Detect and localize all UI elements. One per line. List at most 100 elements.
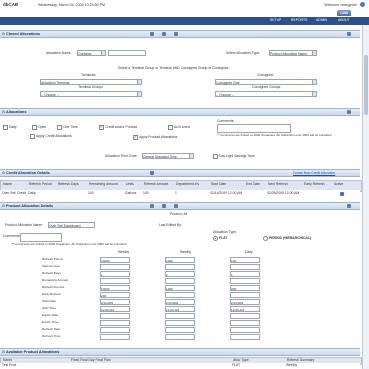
product-grid: Weekly Weekly Daily Refresh Period 10000 1… — [40, 248, 280, 340]
nav-about[interactable]: ABOUT — [338, 18, 350, 22]
create-credit-link[interactable]: Create New Credit Allocation — [293, 171, 335, 175]
grid-cell-input[interactable]: 1000 — [165, 256, 195, 263]
col-refresh-period: Refresh Period — [29, 182, 52, 186]
collapse-icon[interactable]: ⊟ — [2, 32, 5, 36]
open-folder-icon[interactable] — [150, 32, 154, 36]
table-row[interactable]: Test Prod FLAT Weekly — [0, 363, 360, 369]
apply-credit-checkbox[interactable] — [30, 134, 35, 139]
save-icon[interactable] — [162, 32, 166, 36]
grid-cell-input[interactable] — [230, 326, 260, 333]
grid-cell-input[interactable] — [230, 263, 260, 270]
grid-cell-input[interactable]: 200 — [100, 291, 130, 298]
help-icon[interactable] — [360, 2, 365, 7]
allocation-name-input[interactable] — [108, 50, 146, 56]
grid-cell-input[interactable] — [165, 319, 195, 326]
table-row[interactable]: Over Sell Credit Daily 100 Gallons 100 1… — [0, 190, 360, 200]
help-section-icon[interactable] — [347, 32, 351, 36]
comments-textarea[interactable] — [217, 124, 291, 133]
delete-icon[interactable] — [340, 192, 344, 196]
scroll-thumb[interactable] — [364, 55, 368, 115]
grid-cell-input[interactable]: 1000 — [165, 284, 195, 291]
grid-cell-input[interactable]: 10000 — [100, 256, 130, 263]
grid-cell-input[interactable]: 1 — [100, 270, 130, 277]
grid-cell-input[interactable]: 2/1/2009 — [230, 298, 260, 305]
collapse-icon[interactable]: ⊟ — [2, 350, 5, 354]
period-label: PERIOD (HIERARCHICAL) — [269, 236, 312, 240]
grid-cell-input[interactable]: 10000 — [100, 284, 130, 291]
available-products-title: Available Product Allocations — [6, 350, 60, 354]
grid-cell-input[interactable]: 200 — [230, 284, 260, 291]
collapse-icon[interactable]: ⊟ — [2, 171, 5, 175]
refresh-icon[interactable] — [174, 32, 178, 36]
tab-cab[interactable]: CAB — [337, 10, 351, 16]
open-label: Open — [38, 125, 47, 129]
grid-cell-input[interactable]: 12:00 AM — [165, 305, 195, 312]
col-daily: Daily — [245, 250, 253, 254]
nav-admin[interactable]: ADMIN — [316, 18, 327, 22]
dst-checkbox[interactable] — [213, 154, 218, 159]
product-details-header[interactable]: ⊟ Product Allocation Details — [0, 202, 360, 210]
collapse-icon[interactable]: ⊟ — [2, 110, 5, 114]
credit-details-header[interactable]: ⊟ Credit Allocation Details Create New C… — [0, 169, 360, 177]
grid-cell-input[interactable]: 1 — [230, 270, 260, 277]
consignee-group-select[interactable]: -- Choose -- — [215, 91, 317, 97]
grid-cell-input[interactable] — [230, 277, 260, 284]
grid-cell-input[interactable] — [230, 291, 260, 298]
grid-cell-input[interactable]: 2 — [165, 270, 195, 277]
nav-setup[interactable]: SETUP — [270, 18, 281, 22]
grid-cell-input[interactable] — [165, 291, 195, 298]
allocation-name-operator-select[interactable]: Contains — [77, 50, 106, 56]
save-icon[interactable] — [162, 204, 166, 208]
timezone-select[interactable]: Central Standard Time — [142, 153, 194, 159]
allocation-type-select[interactable]: Product Allocation Name — [269, 50, 317, 56]
grid-cell-input[interactable]: 2/1/2009 — [100, 298, 130, 305]
grid-cell-input[interactable] — [100, 319, 130, 326]
grid-cell-input[interactable] — [100, 277, 130, 284]
product-comments-textarea[interactable] — [20, 233, 62, 242]
refresh-icon[interactable] — [174, 204, 178, 208]
tab-strip: CAB — [0, 10, 369, 16]
grid-cell-input[interactable] — [165, 326, 195, 333]
grid-row-label: Refresh Amount — [42, 285, 65, 289]
help-section-icon[interactable] — [347, 204, 351, 208]
aux-used-checkbox[interactable] — [168, 125, 173, 130]
grid-cell-input[interactable] — [165, 263, 195, 270]
grid-cell-input[interactable]: 12:00 AM — [230, 305, 260, 312]
grid-cell-input[interactable] — [230, 312, 260, 319]
edit-icon[interactable] — [150, 171, 154, 175]
grid-cell-input[interactable] — [165, 312, 195, 319]
grid-cell-input[interactable]: 100 — [230, 256, 260, 263]
col-next-refresh: Next Refresh — [268, 182, 288, 186]
credit-product-checkbox[interactable] — [99, 124, 104, 130]
one-time-checkbox[interactable] — [57, 125, 62, 130]
grid-cell-input[interactable]: 12:00 AM — [100, 305, 130, 312]
closed-allocations-header[interactable]: ⊟ Closed Allocations — [0, 30, 360, 38]
open-checkbox[interactable] — [32, 125, 37, 130]
grid-cell-input[interactable] — [165, 333, 195, 340]
vertical-scrollbar[interactable] — [362, 25, 369, 369]
terminal-group-select[interactable]: -- Choose -- — [40, 91, 142, 97]
nav-reports[interactable]: REPORTS — [291, 18, 307, 22]
grid-cell-input[interactable] — [230, 333, 260, 340]
apply-product-checkbox[interactable] — [133, 134, 138, 140]
period-radio[interactable] — [263, 236, 268, 241]
flat-radio[interactable] — [213, 236, 218, 241]
cell-next-refresh: 02/25/2009 12:00 AM — [267, 191, 300, 195]
help-section-icon[interactable] — [347, 110, 351, 114]
collapse-icon[interactable]: ⊟ — [2, 204, 5, 208]
grid-cell-input[interactable] — [100, 312, 130, 319]
available-products-header[interactable]: ⊟ Available Product Allocations — [0, 348, 360, 356]
allocations-header[interactable]: ⊟ Allocations — [0, 108, 360, 116]
grid-cell-input[interactable] — [100, 263, 130, 270]
allocation-name-label: Allocation Name: — [46, 51, 72, 55]
grid-cell-input[interactable] — [100, 326, 130, 333]
open-folder-icon[interactable] — [150, 204, 154, 208]
daily-checkbox[interactable] — [3, 125, 8, 130]
grid-cell-input[interactable]: 2/1/2009 — [165, 298, 195, 305]
grid-cell-input[interactable] — [165, 277, 195, 284]
closed-allocations-title: Closed Allocations — [6, 32, 41, 36]
cell-remaining-amount: 100 — [88, 191, 94, 195]
grid-cell-input[interactable] — [230, 319, 260, 326]
grid-cell-input[interactable] — [100, 333, 130, 340]
product-name-input[interactable]: Over Sell Dashboard — [48, 222, 95, 228]
